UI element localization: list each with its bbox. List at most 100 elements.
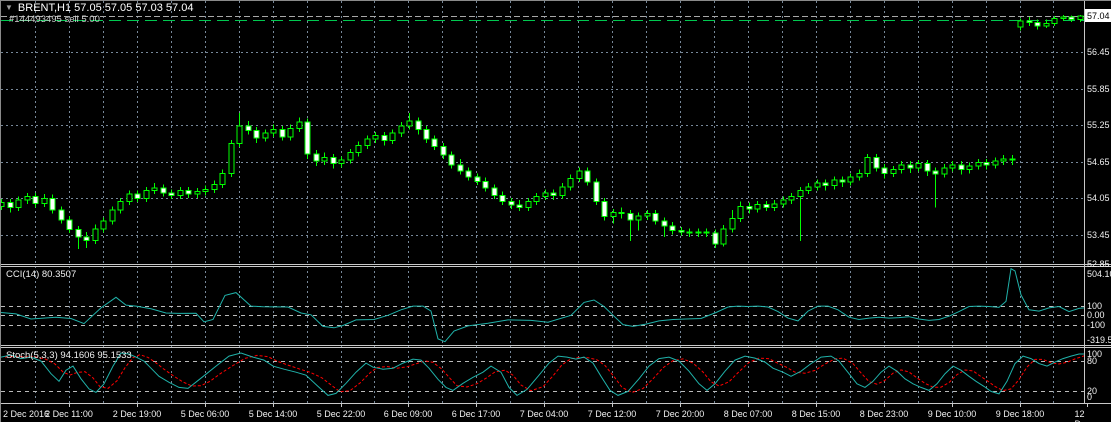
bull-candle [338, 159, 345, 165]
bear-candle [330, 157, 337, 165]
bull-candle [898, 164, 905, 171]
bear-candle [1034, 22, 1041, 27]
bear-candle [304, 121, 311, 155]
bull-candle [262, 132, 269, 139]
time-axis-label: 7 Dec 12:00 [587, 409, 637, 419]
bear-candle [932, 170, 939, 175]
time-axis-label: 8 Dec 07:00 [723, 409, 773, 419]
bear-candle [983, 161, 990, 166]
bear-candle [415, 120, 422, 130]
bear-candle [593, 181, 600, 202]
price-axis-label: 52.85 [1087, 259, 1110, 269]
bull-candle [1043, 22, 1050, 27]
bull-candle [109, 209, 116, 222]
bull-candle [100, 220, 107, 230]
bear-candle [839, 179, 846, 183]
bull-candle [890, 169, 897, 174]
bear-candle [703, 231, 710, 234]
bull-candle [92, 228, 99, 241]
bear-candle [1026, 20, 1033, 24]
price-axis-label: 56.45 [1087, 47, 1110, 57]
bull-candle [355, 144, 362, 154]
bear-candle [313, 153, 320, 162]
bull-candle [389, 132, 396, 141]
panel-separators [1, 1, 1111, 407]
bear-candle [168, 192, 175, 196]
bear-candle [508, 200, 515, 206]
bull-candle [117, 200, 124, 211]
chart-window: ▼ BRENT,H1 57.05 57.05 57.03 57.04 #1444… [0, 0, 1111, 422]
bull-candle [635, 215, 642, 221]
bear-candle [550, 192, 557, 196]
bear-candle [431, 138, 438, 148]
bear-candle [75, 229, 82, 238]
bear-candle [160, 187, 167, 194]
bull-candle [236, 125, 243, 144]
bear-candle [669, 225, 676, 232]
bear-candle [499, 194, 506, 202]
bull-candle [406, 120, 413, 127]
bull-candle [219, 172, 226, 185]
bull-candle [194, 191, 201, 195]
bear-candle [185, 189, 192, 195]
bear-candle [958, 164, 965, 171]
cci-axis-label: -100 [1087, 319, 1106, 330]
bear-candle [32, 196, 39, 204]
bull-candle [949, 164, 956, 169]
bear-candle [134, 193, 141, 199]
cci-series [1, 267, 1084, 343]
bull-candle [126, 193, 133, 202]
time-axis-label: 2 Dec 11:00 [45, 409, 93, 419]
stoch-indicator-label: Stoch(5,3,3) 94.1606 95.1533 [6, 350, 132, 361]
bear-candle [652, 213, 659, 222]
bull-candle [533, 196, 540, 202]
bear-candle [746, 205, 753, 210]
price-axis-label: 55.25 [1087, 120, 1110, 131]
time-axis-label: 2 Dec 2016 [3, 409, 50, 419]
price-axis-label: 55.85 [1087, 83, 1110, 94]
grid [1, 1, 1084, 403]
stoch-main-line [1, 352, 1084, 397]
bull-candle [372, 135, 379, 140]
bull-candle [788, 196, 795, 201]
bear-candle [627, 213, 634, 221]
price-axis[interactable]: 56.45 55.85 55.25 54.65 54.05 53.45 52.85 504.1… [1085, 1, 1111, 403]
bull-candle [729, 218, 736, 230]
time-axis-label: 9 Dec 18:00 [995, 409, 1045, 419]
price-axis-label: 53.45 [1087, 230, 1110, 240]
bear-candle [491, 187, 498, 196]
bull-candle [1017, 20, 1024, 28]
bear-candle [66, 219, 73, 231]
stoch-signal-line [4, 354, 1084, 393]
time-axis-label: 12 Dec 05:00 [1074, 409, 1091, 422]
bull-candle [143, 189, 150, 199]
bear-candle [474, 176, 481, 182]
bull-candle [797, 189, 804, 198]
bear-candle [881, 167, 888, 174]
bull-candle [737, 205, 744, 220]
bear-candle [1009, 158, 1016, 161]
bull-candle [296, 121, 303, 129]
bull-candle [398, 125, 405, 134]
bull-candle [321, 157, 328, 162]
bull-candle [567, 177, 574, 188]
cci-indicator-label: CCI(14) 80.3507 [6, 269, 77, 280]
bear-candle [618, 211, 625, 215]
bear-candle [49, 197, 56, 211]
bull-candle [15, 199, 22, 209]
bull-candle [805, 186, 812, 191]
time-axis-label: 8 Dec 15:00 [791, 409, 841, 419]
bear-candle [7, 202, 14, 209]
bull-candle [754, 204, 761, 210]
bull-candle [177, 189, 184, 196]
bull-candle [610, 211, 617, 218]
chart-canvas[interactable] [1, 1, 1111, 422]
bull-candle [966, 165, 973, 171]
time-axis-label: 5 Dec 22:00 [316, 409, 366, 419]
price-axis-label: 54.05 [1087, 193, 1110, 204]
bear-candle [245, 125, 252, 132]
time-axis[interactable]: 2 Dec 2016 2 Dec 11:00 2 Dec 19:00 5 Dec 06… [1, 403, 1111, 422]
bull-candle [975, 161, 982, 167]
bear-candle [661, 220, 668, 227]
bear-candle [448, 154, 455, 166]
